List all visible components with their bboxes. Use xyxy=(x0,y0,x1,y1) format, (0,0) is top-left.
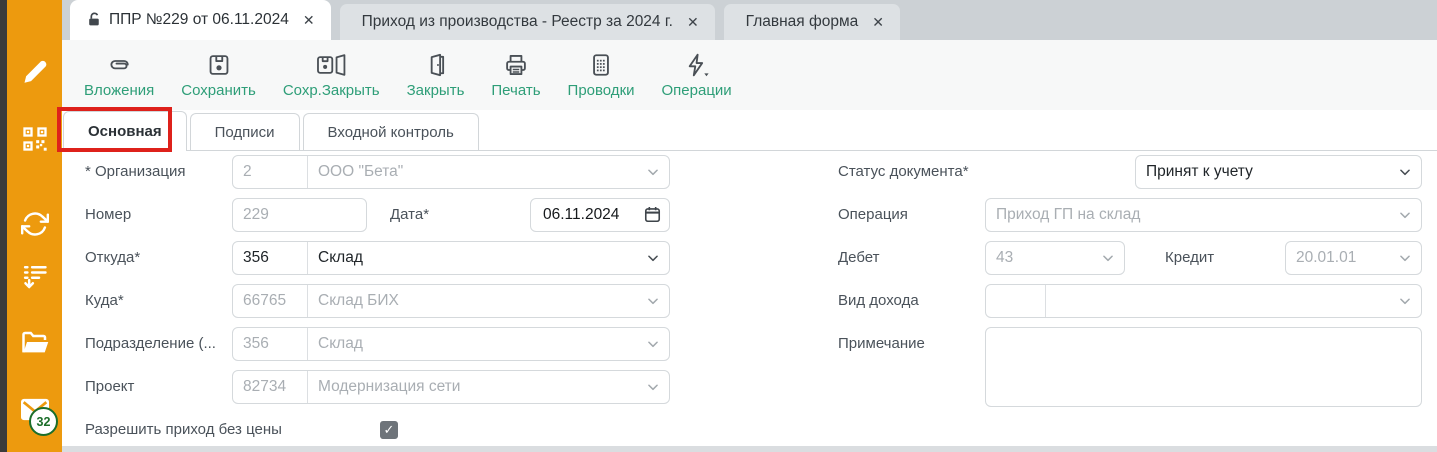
from-value[interactable]: Склад xyxy=(308,242,637,274)
note-label: Примечание xyxy=(838,327,925,361)
tab-main-form[interactable]: Главная форма ✕ xyxy=(724,4,900,40)
income-type-value[interactable] xyxy=(1046,285,1389,317)
division-label: Подразделение (... xyxy=(85,327,216,361)
number-label: Номер xyxy=(85,198,131,232)
chevron-down-icon xyxy=(637,328,669,360)
chevron-down-icon xyxy=(1092,242,1124,274)
from-select[interactable]: 356 Склад xyxy=(232,241,670,275)
check-icon: ✓ xyxy=(384,422,395,438)
chevron-down-icon[interactable] xyxy=(637,242,669,274)
status-label: Статус документа* xyxy=(838,155,969,189)
from-label: Откуда* xyxy=(85,241,140,275)
division-value: Склад xyxy=(308,328,637,360)
tab-title: Главная форма xyxy=(746,13,859,31)
credit-select: 20.01.01 xyxy=(1285,241,1422,275)
income-type-select[interactable] xyxy=(985,284,1422,318)
print-button[interactable]: Печать xyxy=(491,52,540,98)
subtab-incoming-control[interactable]: Входной контроль xyxy=(303,113,479,150)
status-value[interactable]: Принят к учету xyxy=(1136,156,1389,188)
division-select: 356 Склад xyxy=(232,327,670,361)
save-close-icon xyxy=(315,52,347,78)
project-value: Модернизация сети xyxy=(308,371,637,403)
sync-icon[interactable] xyxy=(21,210,49,238)
document-toolbar: Вложения Сохранить Сохр.Закрыть xyxy=(62,40,1437,110)
date-label: Дата* xyxy=(390,198,429,232)
debit-value: 43 xyxy=(986,242,1092,274)
number-input xyxy=(232,198,367,232)
organization-value: ООО "Бета" xyxy=(308,156,637,188)
income-type-label: Вид дохода xyxy=(838,284,919,318)
attachments-button[interactable]: Вложения xyxy=(84,52,154,98)
calendar-icon[interactable] xyxy=(643,205,662,224)
to-label: Куда* xyxy=(85,284,124,318)
allow-no-price-checkbox[interactable]: ✓ xyxy=(380,421,398,439)
chevron-down-icon xyxy=(637,285,669,317)
edit-icon[interactable] xyxy=(21,58,49,86)
chevron-down-icon xyxy=(637,156,669,188)
qr-code-icon[interactable] xyxy=(21,125,49,153)
organization-code: 2 xyxy=(233,156,308,188)
chevron-down-icon xyxy=(1389,199,1421,231)
debit-label: Дебет xyxy=(838,241,879,275)
to-select: 66765 Склад БИХ xyxy=(232,284,670,318)
tab-title: ППР №229 от 06.11.2024 xyxy=(109,11,289,29)
close-document-button[interactable]: Закрыть xyxy=(407,52,465,98)
bottom-edge xyxy=(62,446,1437,452)
tab-document[interactable]: ППР №229 от 06.11.2024 ✕ xyxy=(70,0,331,40)
organization-label: * Организация xyxy=(85,155,185,189)
chevron-down-icon[interactable] xyxy=(1389,156,1421,188)
project-select: 82734 Модернизация сети xyxy=(232,370,670,404)
save-button[interactable]: Сохранить xyxy=(181,52,256,98)
division-code: 356 xyxy=(233,328,308,360)
close-icon[interactable]: ✕ xyxy=(872,14,884,31)
to-value: Склад БИХ xyxy=(308,285,637,317)
subtab-main[interactable]: Основная xyxy=(63,111,187,151)
window-tabbar: ППР №229 от 06.11.2024 ✕ Приход из произ… xyxy=(62,0,1437,40)
app-sidebar xyxy=(0,0,62,452)
allow-no-price-label: Разрешить приход без цены xyxy=(85,413,282,447)
operations-button[interactable]: Операции xyxy=(662,52,732,98)
unlock-icon xyxy=(86,11,103,29)
lightning-icon xyxy=(683,52,711,78)
chevron-down-icon xyxy=(1389,242,1421,274)
credit-value: 20.01.01 xyxy=(1286,242,1389,274)
from-code[interactable]: 356 xyxy=(233,242,308,274)
operation-value: Приход ГП на склад xyxy=(986,199,1389,231)
credit-label: Кредит xyxy=(1165,241,1214,275)
close-icon[interactable]: ✕ xyxy=(687,14,699,31)
floppy-icon xyxy=(206,52,232,78)
close-icon[interactable]: ✕ xyxy=(303,12,315,29)
operation-select: Приход ГП на склад xyxy=(985,198,1422,232)
status-select[interactable]: Принят к учету xyxy=(1135,155,1422,189)
postings-button[interactable]: Проводки xyxy=(568,52,635,98)
tab-title: Приход из производства - Реестр за 2024 … xyxy=(362,13,673,31)
project-label: Проект xyxy=(85,370,134,404)
operation-label: Операция xyxy=(838,198,908,232)
chevron-down-icon[interactable] xyxy=(1389,285,1421,317)
income-type-code[interactable] xyxy=(986,285,1046,317)
note-textarea[interactable] xyxy=(985,327,1422,407)
subtab-signatures[interactable]: Подписи xyxy=(190,113,300,150)
export-list-icon[interactable] xyxy=(21,262,49,290)
tab-registry[interactable]: Приход из производства - Реестр за 2024 … xyxy=(340,4,715,40)
door-icon xyxy=(423,52,449,78)
save-close-button[interactable]: Сохр.Закрыть xyxy=(283,52,380,98)
form-subtabs: Основная Подписи Входной контроль xyxy=(62,110,1437,151)
folder-icon[interactable] xyxy=(20,328,50,358)
project-code: 82734 xyxy=(233,371,308,403)
debit-select: 43 xyxy=(985,241,1125,275)
mail-badge: 32 xyxy=(29,407,58,436)
calculator-icon xyxy=(588,52,614,78)
organization-select: 2 ООО "Бета" xyxy=(232,155,670,189)
date-field[interactable] xyxy=(530,198,670,232)
printer-icon xyxy=(503,52,529,78)
to-code: 66765 xyxy=(233,285,308,317)
paperclip-icon xyxy=(106,52,133,78)
chevron-down-icon xyxy=(637,371,669,403)
